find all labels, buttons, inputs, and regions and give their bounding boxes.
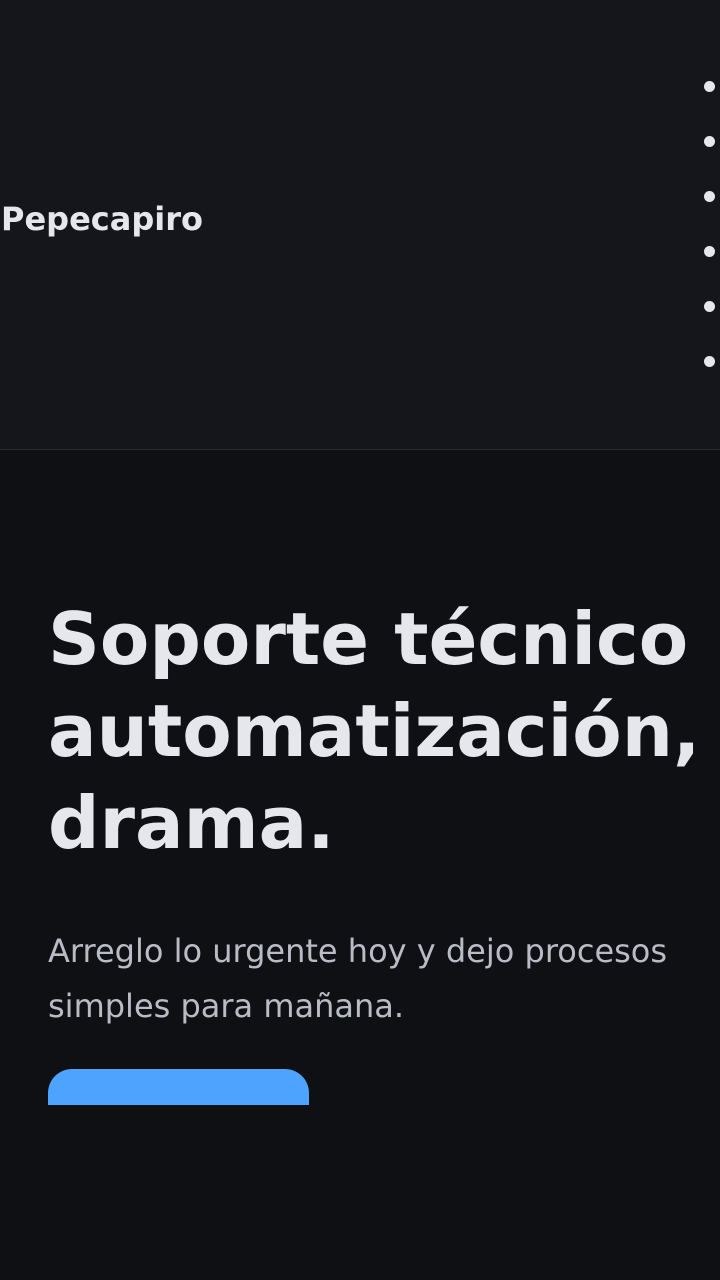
hero-title-line: drama.	[48, 781, 335, 865]
hero-subtitle-line: simples para mañana.	[48, 987, 405, 1025]
site-header: Pepecapiro	[0, 0, 720, 450]
hero-subtitle-line: Arreglo lo urgente hoy y dejo procesos	[48, 932, 668, 970]
site-logo[interactable]: Pepecapiro	[1, 200, 203, 238]
hero-subtitle: Arreglo lo urgente hoy y dejo procesos s…	[48, 924, 667, 1034]
hero-title-line: Soporte técnico	[48, 597, 689, 681]
hero-section: Soporte técnico automatización, drama. A…	[0, 450, 720, 1105]
hero-title: Soporte técnico automatización, drama.	[48, 593, 700, 869]
cta-button[interactable]	[48, 1069, 309, 1105]
hero-title-line: automatización,	[48, 689, 701, 773]
